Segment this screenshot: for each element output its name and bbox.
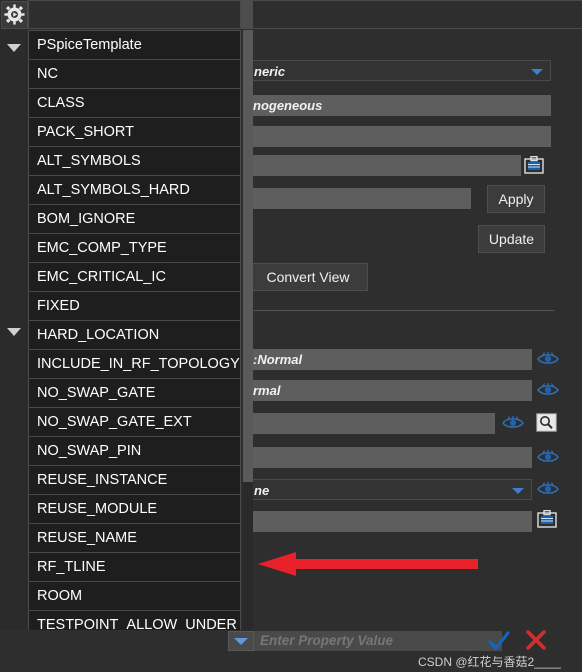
header-strip-divider — [241, 0, 253, 29]
blank-field-2[interactable] — [251, 447, 532, 468]
dropdown-item[interactable]: REUSE_NAME — [29, 524, 240, 553]
eye-visibility-icon[interactable] — [502, 416, 524, 430]
dropdown-item[interactable]: FIXED — [29, 292, 240, 321]
dropdown-item[interactable]: PSpiceTemplate — [29, 31, 240, 60]
header-strip-right — [253, 0, 582, 29]
dropdown-item[interactable]: NO_SWAP_GATE — [29, 379, 240, 408]
property-name-dropdown-list[interactable]: PSpiceTemplate NC CLASS PACK_SHORT ALT_SYMBO… — [28, 30, 241, 632]
collapse-triangle-icon[interactable] — [7, 44, 21, 52]
property-name-combo-toggle[interactable] — [228, 631, 254, 651]
eye-visibility-icon[interactable] — [537, 352, 559, 366]
clipboard-field-1[interactable] — [251, 155, 521, 176]
dropdown-item[interactable]: TESTPOINT_ALLOW_UNDER — [29, 611, 240, 631]
convert-view-button[interactable]: Convert View — [248, 263, 368, 291]
chevron-down-icon[interactable] — [234, 638, 248, 645]
apply-button[interactable]: Apply — [487, 185, 545, 213]
update-button[interactable]: Update — [478, 225, 545, 253]
dropdown-item[interactable]: RF_TLINE — [29, 553, 240, 582]
red-left-arrow-annotation — [258, 552, 478, 576]
dropdown-item[interactable]: EMC_CRITICAL_IC — [29, 263, 240, 292]
dropdown-scrollbar-thumb[interactable] — [243, 30, 253, 482]
normal-field-2[interactable]: rmal — [251, 380, 532, 401]
none-combo[interactable]: ne — [251, 479, 532, 500]
dropdown-item[interactable]: BOM_IGNORE — [29, 205, 240, 234]
eye-visibility-icon[interactable] — [537, 482, 559, 496]
dropdown-item[interactable]: NC — [29, 60, 240, 89]
application-root: neric nogeneous Apply Update Convert Vie… — [0, 0, 582, 672]
property-value-input[interactable]: Enter Property Value — [254, 631, 502, 651]
clipboard-icon[interactable] — [537, 509, 557, 528]
dropdown-item[interactable]: ROOM — [29, 582, 240, 611]
chevron-down-icon[interactable] — [512, 488, 524, 494]
dropdown-item[interactable]: REUSE_MODULE — [29, 495, 240, 524]
collapse-triangle-icon[interactable] — [7, 328, 21, 336]
apply-field[interactable] — [251, 188, 471, 209]
homogeneous-field[interactable]: nogeneous — [251, 95, 551, 116]
dropdown-item[interactable]: NO_SWAP_PIN — [29, 437, 240, 466]
dropdown-item[interactable]: REUSE_INSTANCE — [29, 466, 240, 495]
gear-icon[interactable] — [1, 1, 28, 29]
dropdown-item[interactable]: INCLUDE_IN_RF_TOPOLOGY — [29, 350, 240, 379]
normal-field-1[interactable]: :Normal — [251, 349, 532, 370]
eye-visibility-icon[interactable] — [537, 450, 559, 464]
eye-visibility-icon[interactable] — [537, 383, 559, 397]
watermark: CSDN @红花与香菇2____ — [418, 655, 561, 669]
left-icon-column — [0, 0, 28, 672]
magnifier-browse-icon[interactable] — [536, 413, 557, 432]
panel-divider — [254, 310, 554, 311]
type-combo[interactable]: neric — [251, 60, 551, 81]
dropdown-item[interactable]: EMC_COMP_TYPE — [29, 234, 240, 263]
dropdown-item[interactable]: PACK_SHORT — [29, 118, 240, 147]
clipboard-field-2[interactable] — [251, 511, 532, 532]
dropdown-item[interactable]: ALT_SYMBOLS_HARD — [29, 176, 240, 205]
dropdown-item[interactable]: ALT_SYMBOLS — [29, 147, 240, 176]
dropdown-scrollbar[interactable] — [243, 30, 253, 632]
dropdown-item[interactable]: NO_SWAP_GATE_EXT — [29, 408, 240, 437]
clipboard-icon[interactable] — [524, 155, 544, 174]
blank-field-1[interactable] — [251, 126, 551, 147]
chevron-down-icon[interactable] — [531, 69, 543, 75]
search-field[interactable] — [251, 413, 495, 434]
header-strip-left — [28, 0, 241, 29]
dropdown-item[interactable]: HARD_LOCATION — [29, 321, 240, 350]
dropdown-item[interactable]: CLASS — [29, 89, 240, 118]
